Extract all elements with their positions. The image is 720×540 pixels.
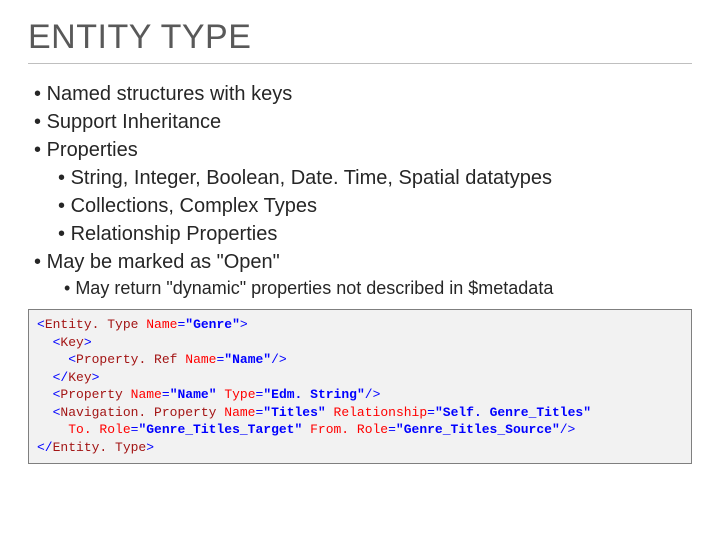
list-item: May be marked as "Open" May return "dyna… bbox=[34, 248, 692, 301]
bullet-text: Named structures with keys bbox=[47, 83, 293, 105]
list-item: Support Inheritance bbox=[34, 108, 692, 136]
list-item: String, Integer, Boolean, Date. Time, Sp… bbox=[58, 164, 692, 192]
list-item: Relationship Properties bbox=[58, 220, 692, 248]
bullet-text: Collections, Complex Types bbox=[71, 195, 317, 217]
list-item: May return "dynamic" properties not desc… bbox=[64, 276, 692, 301]
bullet-list: Named structures with keys Support Inher… bbox=[34, 80, 692, 301]
code-block: <Entity. Type Name="Genre"> <Key> <Prope… bbox=[28, 309, 692, 463]
bullet-text: String, Integer, Boolean, Date. Time, Sp… bbox=[71, 167, 552, 189]
list-item: Named structures with keys bbox=[34, 80, 692, 108]
bullet-text: Support Inheritance bbox=[47, 111, 222, 133]
bullet-text: Relationship Properties bbox=[71, 223, 278, 245]
list-item: Collections, Complex Types bbox=[58, 192, 692, 220]
bullet-text: May return "dynamic" properties not desc… bbox=[75, 278, 553, 298]
bullet-text: Properties bbox=[47, 139, 138, 161]
list-item: Properties String, Integer, Boolean, Dat… bbox=[34, 136, 692, 248]
slide-title: ENTITY TYPE bbox=[28, 18, 692, 64]
bullet-text: May be marked as "Open" bbox=[47, 251, 280, 273]
